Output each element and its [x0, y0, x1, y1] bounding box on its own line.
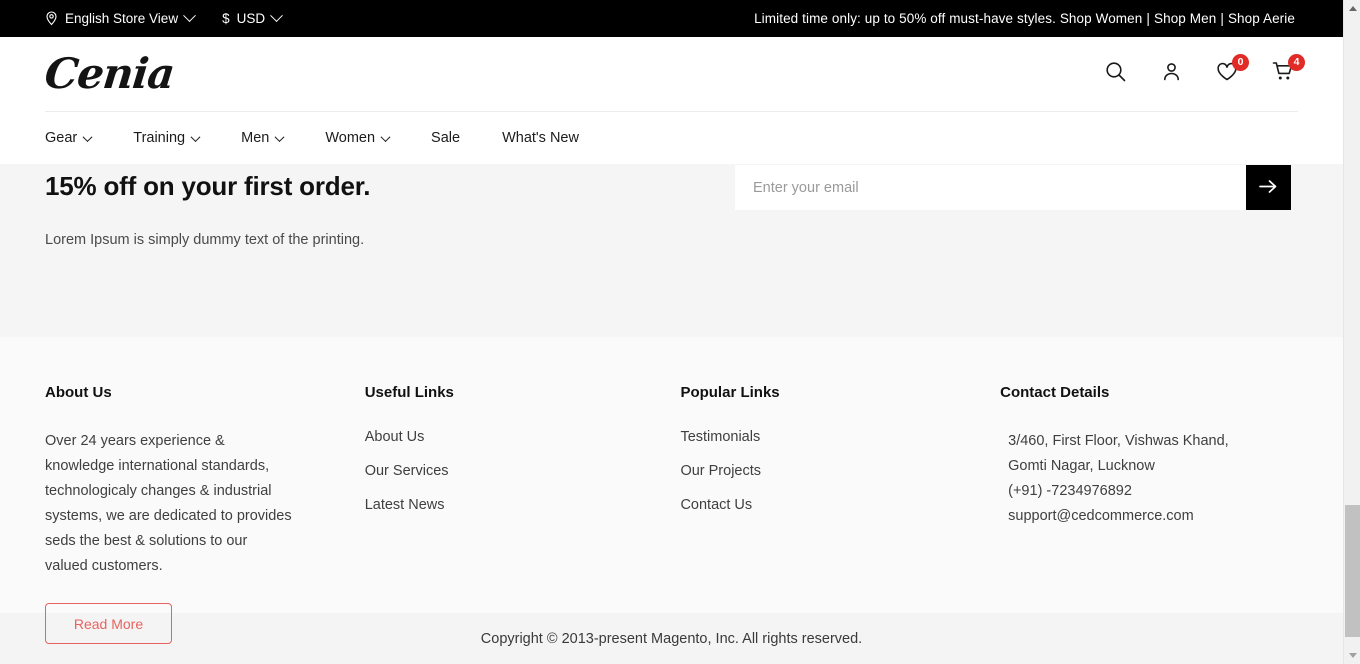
nav-item-women[interactable]: Women	[325, 130, 409, 146]
chevron-down-icon	[270, 9, 283, 23]
newsletter-form	[735, 165, 1291, 210]
search-icon	[1105, 61, 1126, 87]
browser-viewport: English Store View $ USD Limited time on…	[0, 0, 1360, 664]
currency-switcher[interactable]: $ USD	[222, 9, 283, 26]
nav-label: What's New	[502, 130, 579, 146]
store-view-switcher[interactable]: English Store View	[45, 9, 196, 26]
chevron-down-icon	[82, 131, 93, 142]
header-icon-group: 0 4	[1100, 54, 1305, 89]
footer-link-our-projects[interactable]: Our Projects	[680, 463, 1000, 479]
wishlist-button[interactable]: 0	[1212, 54, 1249, 89]
site-logo[interactable]: Cenia	[42, 49, 176, 98]
nav-label: Training	[133, 130, 186, 146]
site-footer: About Us Over 24 years experience & know…	[0, 337, 1343, 644]
search-button[interactable]	[1100, 59, 1130, 89]
cart-count-badge: 4	[1288, 54, 1305, 71]
newsletter-subtitle: Lorem Ipsum is simply dummy text of the …	[45, 232, 365, 248]
vertical-scrollbar[interactable]	[1343, 0, 1360, 664]
footer-link-our-services[interactable]: Our Services	[365, 463, 681, 479]
footer-link-about-us[interactable]: About Us	[365, 429, 681, 445]
shop-men-link[interactable]: Shop Men	[1154, 11, 1216, 26]
currency-label: USD	[236, 11, 266, 26]
store-view-label: English Store View	[65, 11, 179, 26]
chevron-down-icon	[380, 131, 391, 142]
site-header: Cenia 0 4 Gear Training Men Women Sale W…	[0, 37, 1343, 164]
newsletter-submit-button[interactable]	[1246, 165, 1291, 210]
newsletter-copy: 15% off on your first order. Lorem Ipsum…	[45, 164, 735, 248]
footer-about-title: About Us	[45, 384, 112, 401]
footer-link-testimonials[interactable]: Testimonials	[680, 429, 1000, 445]
footer-contact-phone[interactable]: (+91) -7234976892	[1000, 479, 1298, 504]
shop-women-link[interactable]: Shop Women	[1060, 11, 1143, 26]
newsletter-email-input[interactable]	[735, 165, 1246, 210]
footer-useful-title: Useful Links	[364, 384, 454, 401]
footer-column-useful-links: Useful Links About Us Our Services Lates…	[365, 384, 681, 613]
chevron-down-icon	[274, 131, 285, 142]
footer-link-contact-us[interactable]: Contact Us	[680, 497, 1000, 513]
header-main-row: Cenia 0 4	[0, 37, 1343, 111]
nav-label: Sale	[431, 130, 461, 146]
arrow-right-icon	[1259, 179, 1278, 197]
main-navigation: Gear Training Men Women Sale What's New	[0, 112, 1343, 164]
triangle-down-icon	[1348, 653, 1357, 658]
nav-item-gear[interactable]: Gear	[45, 130, 111, 146]
copyright-text: Copyright © 2013-present Magento, Inc. A…	[480, 630, 863, 647]
footer-link-latest-news[interactable]: Latest News	[365, 497, 681, 513]
read-more-button[interactable]: Read More	[45, 603, 172, 644]
nav-item-training[interactable]: Training	[133, 130, 219, 146]
wishlist-count-badge: 0	[1232, 54, 1249, 71]
newsletter-section: 15% off on your first order. Lorem Ipsum…	[0, 164, 1343, 337]
nav-label: Gear	[45, 130, 78, 146]
nav-item-whats-new[interactable]: What's New	[502, 130, 599, 146]
footer-column-about: About Us Over 24 years experience & know…	[45, 384, 365, 644]
account-icon	[1161, 61, 1182, 87]
page-content: English Store View $ USD Limited time on…	[0, 0, 1343, 664]
footer-popular-title: Popular Links	[680, 384, 780, 401]
chevron-down-icon	[190, 131, 201, 142]
dollar-icon: $	[222, 11, 230, 26]
newsletter-title: 15% off on your first order.	[45, 171, 371, 201]
footer-contact-title: Contact Details	[1000, 384, 1110, 401]
cart-button[interactable]: 4	[1268, 54, 1305, 89]
footer-contact-address: 3/460, First Floor, Vishwas Khand, Gomti…	[1008, 433, 1229, 474]
nav-item-sale[interactable]: Sale	[431, 130, 480, 146]
scroll-down-button[interactable]	[1344, 647, 1360, 664]
footer-about-text: Over 24 years experience & knowledge int…	[45, 433, 292, 574]
nav-label: Women	[325, 130, 376, 146]
promo-separator: |	[1220, 11, 1224, 26]
scrollbar-thumb[interactable]	[1345, 505, 1360, 637]
location-pin-icon	[45, 11, 58, 26]
triangle-up-icon	[1348, 6, 1357, 11]
footer-column-popular-links: Popular Links Testimonials Our Projects …	[680, 384, 1000, 613]
promo-text: Limited time only: up to 50% off must-ha…	[754, 11, 1056, 26]
chevron-down-icon	[183, 9, 196, 23]
nav-label: Men	[241, 130, 270, 146]
footer-column-contact: Contact Details 3/460, First Floor, Vish…	[1000, 384, 1298, 613]
footer-contact-email[interactable]: support@cedcommerce.com	[1000, 504, 1298, 529]
promo-separator: |	[1146, 11, 1150, 26]
topbar-switchers: English Store View $ USD	[45, 9, 283, 26]
shop-aerie-link[interactable]: Shop Aerie	[1228, 11, 1295, 26]
promo-message: Limited time only: up to 50% off must-ha…	[754, 11, 1323, 26]
nav-item-men[interactable]: Men	[241, 130, 303, 146]
top-promo-bar: English Store View $ USD Limited time on…	[0, 0, 1343, 37]
scroll-up-button[interactable]	[1344, 0, 1360, 17]
account-button[interactable]	[1156, 59, 1186, 89]
